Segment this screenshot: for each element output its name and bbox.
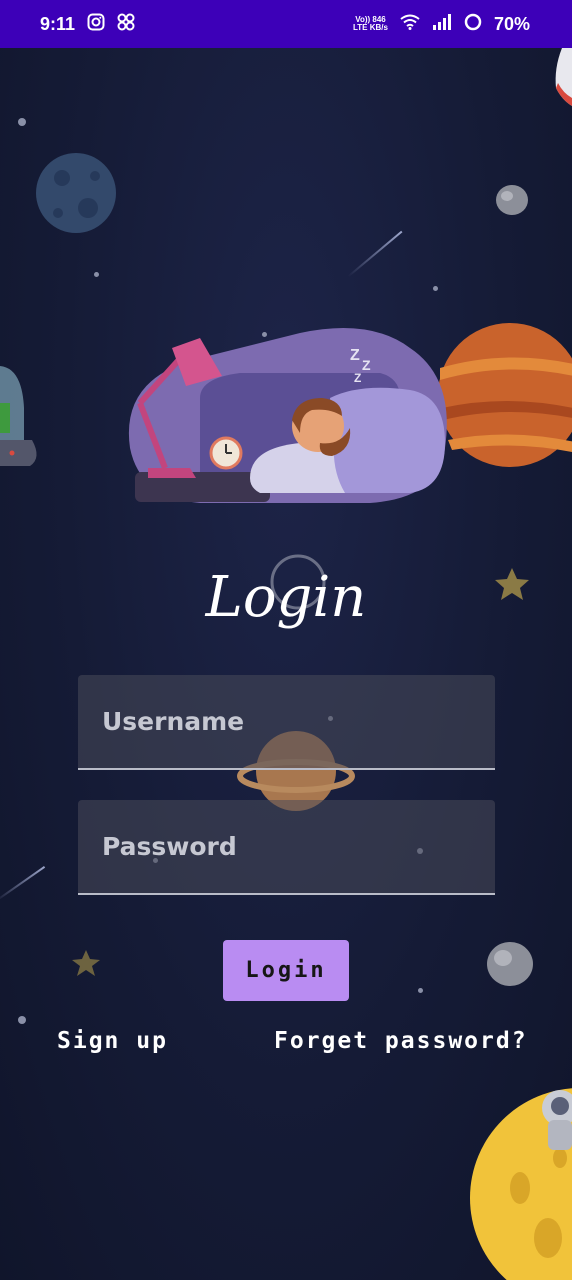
login-title: Login: [205, 565, 367, 630]
space-background: Z Z Z: [0, 48, 572, 1280]
instagram-icon: [87, 13, 105, 36]
signup-link[interactable]: Sign up: [57, 1028, 168, 1054]
svg-text:Z: Z: [362, 357, 371, 373]
orange-planet: [438, 323, 572, 467]
space-illustrations: Z Z Z: [0, 48, 572, 1280]
status-left: 9:11: [40, 13, 135, 36]
svg-text:Z: Z: [350, 347, 360, 364]
alien-ship: [0, 366, 37, 466]
battery-percent: 70%: [493, 13, 530, 34]
login-button[interactable]: Login: [223, 940, 349, 1001]
asteroid: [487, 942, 533, 986]
password-input[interactable]: [78, 800, 495, 895]
signal-icon: [432, 13, 452, 35]
wifi-icon: [400, 14, 420, 35]
network-speed: Vo)) 846 LTE KB/s: [353, 15, 388, 32]
status-right: Vo)) 846 LTE KB/s 70%: [353, 13, 530, 36]
forgot-password-link[interactable]: Forget password?: [274, 1028, 528, 1054]
status-time: 9:11: [40, 13, 76, 34]
rocket: [555, 48, 572, 106]
asteroid: [496, 185, 528, 215]
svg-text:Z: Z: [354, 371, 361, 385]
cratered-moon: [36, 153, 116, 233]
sleeping-person-illustration: Z Z Z: [128, 328, 447, 503]
star-shape: [72, 950, 100, 976]
status-bar: 9:11 Vo)) 846 LTE KB/s 70%: [0, 0, 572, 48]
battery-ring-icon: [464, 13, 482, 36]
username-input[interactable]: [78, 675, 495, 770]
pinwheel-icon: [117, 13, 135, 36]
